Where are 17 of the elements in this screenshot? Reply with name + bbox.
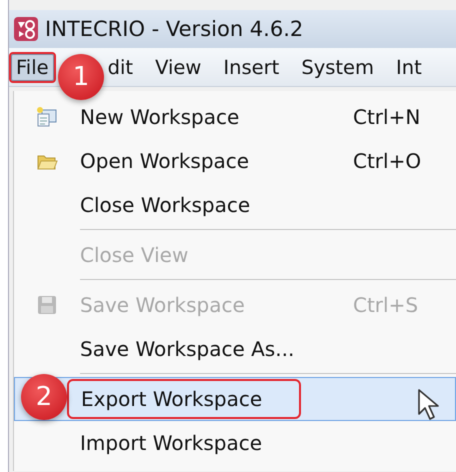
menu-bar-item[interactable]: View — [144, 54, 212, 80]
menu-bar-item[interactable]: Int — [385, 54, 433, 80]
shortcut-label: Ctrl+N — [353, 105, 420, 129]
window-title: INTECRIO - Version 4.6.2 — [45, 17, 304, 41]
shortcut-label: Ctrl+O — [353, 149, 422, 173]
menu-bar-item[interactable]: System — [290, 54, 386, 80]
menu-bar-item[interactable]: Insert — [212, 54, 290, 80]
menu-bar-item[interactable]: File — [11, 54, 54, 80]
highlight-outline — [9, 52, 56, 82]
menu-item[interactable]: Close Workspace — [14, 183, 456, 227]
menu-item[interactable]: Open Workspace Ctrl+O — [14, 139, 456, 183]
new-document-icon — [36, 106, 58, 128]
shortcut-label: Ctrl+S — [353, 293, 418, 317]
menu-item[interactable]: Import Workspace — [14, 421, 456, 465]
app-logo-icon — [13, 16, 39, 42]
menu-bar-item[interactable]: dit — [108, 54, 144, 80]
menu-item[interactable]: Save Workspace As... — [14, 327, 456, 371]
